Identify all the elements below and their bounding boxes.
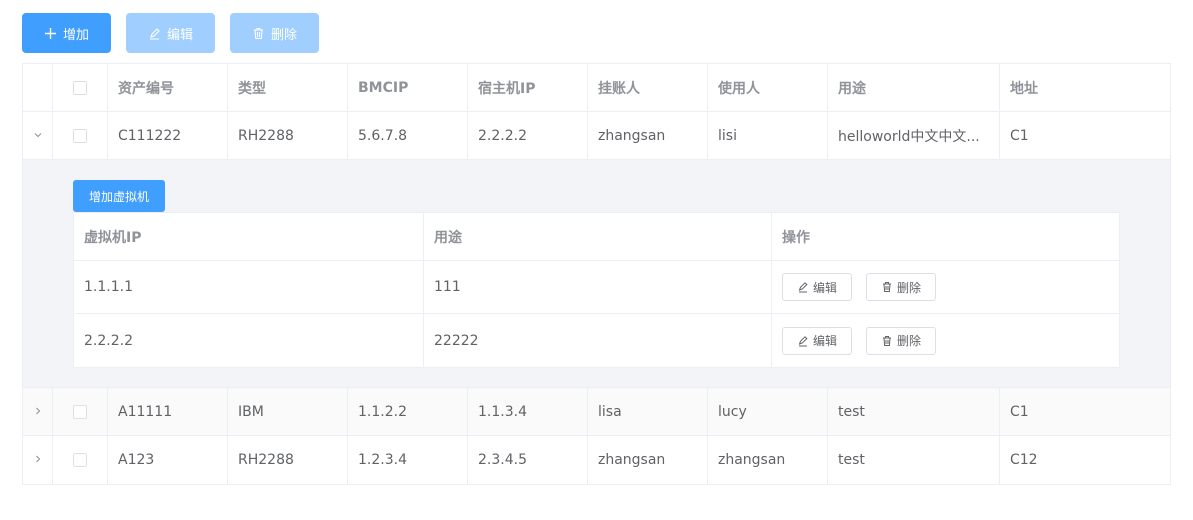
- vm-row: 1.1.1.1 111 编辑 删除: [74, 261, 1119, 314]
- cell-purpose: test: [828, 388, 1000, 435]
- cell-asset-id: A123: [108, 436, 228, 484]
- expanded-vm-panel: 增加虚拟机 虚拟机IP 用途 操作 1.1.1.1 111 编辑 删除 2.2.…: [23, 160, 1170, 388]
- chevron-down-icon: [33, 128, 43, 144]
- edit-button-label: 编辑: [166, 27, 193, 43]
- col-type: 类型: [228, 64, 348, 111]
- cell-address: C1: [1010, 403, 1029, 420]
- asset-table: 资产编号 类型 BMCIP 宿主机IP 挂账人 使用人 用途 地址 C11122…: [22, 63, 1171, 485]
- expand-toggle[interactable]: [23, 112, 53, 159]
- vm-table: 虚拟机IP 用途 操作 1.1.1.1 111 编辑 删除 2.2.2.2 22…: [73, 212, 1120, 368]
- cell-vm-ip: 1.1.1.1: [74, 261, 424, 313]
- row-checkbox[interactable]: [73, 404, 87, 419]
- vm-edit-label: 编辑: [813, 334, 838, 348]
- edit-icon: [797, 335, 809, 347]
- table-row[interactable]: C111222 RH2288 5.6.7.8 2.2.2.2 zhangsan …: [23, 112, 1170, 160]
- cell-vm-actions: 编辑 删除: [772, 314, 1119, 367]
- cell-vm-purpose: 111: [424, 261, 772, 313]
- purpose-text: test: [838, 452, 865, 468]
- cell-bmcip: 1.2.3.4: [348, 436, 468, 484]
- cell-bmcip: 1.1.2.2: [348, 388, 468, 435]
- expand-header: [23, 64, 53, 111]
- table-row[interactable]: A11111 IBM 1.1.2.2 1.1.3.4 lisa lucy tes…: [23, 388, 1170, 436]
- row-checkbox[interactable]: [73, 453, 87, 467]
- vm-delete-label: 删除: [897, 334, 922, 348]
- plus-icon: [44, 26, 58, 40]
- col-vm-purpose: 用途: [424, 213, 772, 260]
- cell-user: zhangsan: [708, 436, 828, 484]
- trash-icon: [881, 335, 893, 347]
- vm-row: 2.2.2.2 22222 编辑 删除: [74, 314, 1119, 367]
- cell-host-ip: 2.3.4.5: [468, 436, 588, 484]
- cell-vm-purpose: 22222: [424, 314, 772, 367]
- cell-type: RH2288: [228, 436, 348, 484]
- vm-table-header: 虚拟机IP 用途 操作: [74, 213, 1119, 261]
- cell-purpose: test: [828, 436, 1000, 484]
- trash-icon: [881, 281, 893, 293]
- col-vm-ip: 虚拟机IP: [74, 213, 424, 260]
- cell-bmcip: 5.6.7.8: [348, 112, 468, 159]
- cell-type: RH2288: [228, 112, 348, 159]
- cell-owner: lisa: [588, 388, 708, 435]
- table-header: 资产编号 类型 BMCIP 宿主机IP 挂账人 使用人 用途 地址: [23, 64, 1170, 112]
- col-user: 使用人: [708, 64, 828, 111]
- vm-edit-label: 编辑: [813, 280, 838, 295]
- col-purpose: 用途: [828, 64, 1000, 111]
- vm-delete-label: 删除: [897, 280, 922, 295]
- cell-purpose: helloworld中文中文...: [828, 112, 1000, 159]
- expand-toggle[interactable]: [23, 388, 53, 435]
- toolbar: 增加 编辑 删除: [22, 13, 319, 53]
- trash-icon: [252, 26, 266, 40]
- cell-type: IBM: [228, 388, 348, 435]
- chevron-right-icon: [33, 404, 43, 420]
- row-checkbox[interactable]: [73, 128, 87, 143]
- add-button-label: 增加: [62, 27, 89, 43]
- chevron-right-icon: [33, 452, 43, 468]
- cell-vm-ip: 2.2.2.2: [74, 314, 424, 367]
- row-checkbox-cell: [53, 112, 108, 159]
- vm-delete-button[interactable]: 删除: [866, 326, 937, 355]
- vm-delete-button[interactable]: 删除: [866, 273, 937, 301]
- cell-owner: zhangsan: [588, 436, 708, 484]
- cell-address: C1: [1010, 127, 1029, 144]
- cell-user: lisi: [708, 112, 828, 159]
- delete-button[interactable]: 删除: [230, 13, 319, 53]
- edit-icon: [148, 26, 162, 40]
- add-button[interactable]: 增加: [22, 13, 111, 53]
- cell-asset-id: C111222: [108, 112, 228, 159]
- purpose-text: test: [838, 403, 865, 420]
- col-vm-actions: 操作: [782, 229, 810, 246]
- cell-asset-id: A11111: [108, 388, 228, 435]
- delete-button-label: 删除: [270, 27, 297, 43]
- select-all-checkbox[interactable]: [73, 80, 87, 95]
- vm-edit-button[interactable]: 编辑: [782, 273, 853, 301]
- row-checkbox-cell: [53, 388, 108, 435]
- cell-owner: zhangsan: [588, 112, 708, 159]
- select-all-cell: [53, 64, 108, 111]
- col-asset-id: 资产编号: [108, 64, 228, 111]
- row-checkbox-cell: [53, 436, 108, 484]
- cell-user: lucy: [708, 388, 828, 435]
- table-row[interactable]: A123 RH2288 1.2.3.4 2.3.4.5 zhangsan zha…: [23, 436, 1170, 484]
- col-owner: 挂账人: [588, 64, 708, 111]
- col-address: 地址: [1010, 80, 1038, 97]
- edit-button[interactable]: 编辑: [126, 13, 215, 53]
- edit-icon: [797, 281, 809, 293]
- purpose-text: helloworld中文中文...: [838, 128, 980, 145]
- cell-vm-actions: 编辑 删除: [772, 261, 1119, 313]
- cell-address: C12: [1010, 452, 1038, 468]
- add-vm-button[interactable]: 增加虚拟机: [73, 180, 165, 212]
- cell-host-ip: 2.2.2.2: [468, 112, 588, 159]
- cell-host-ip: 1.1.3.4: [468, 388, 588, 435]
- expand-toggle[interactable]: [23, 436, 53, 484]
- col-bmcip: BMCIP: [348, 64, 468, 111]
- col-host-ip: 宿主机IP: [468, 64, 588, 111]
- vm-edit-button[interactable]: 编辑: [782, 326, 853, 355]
